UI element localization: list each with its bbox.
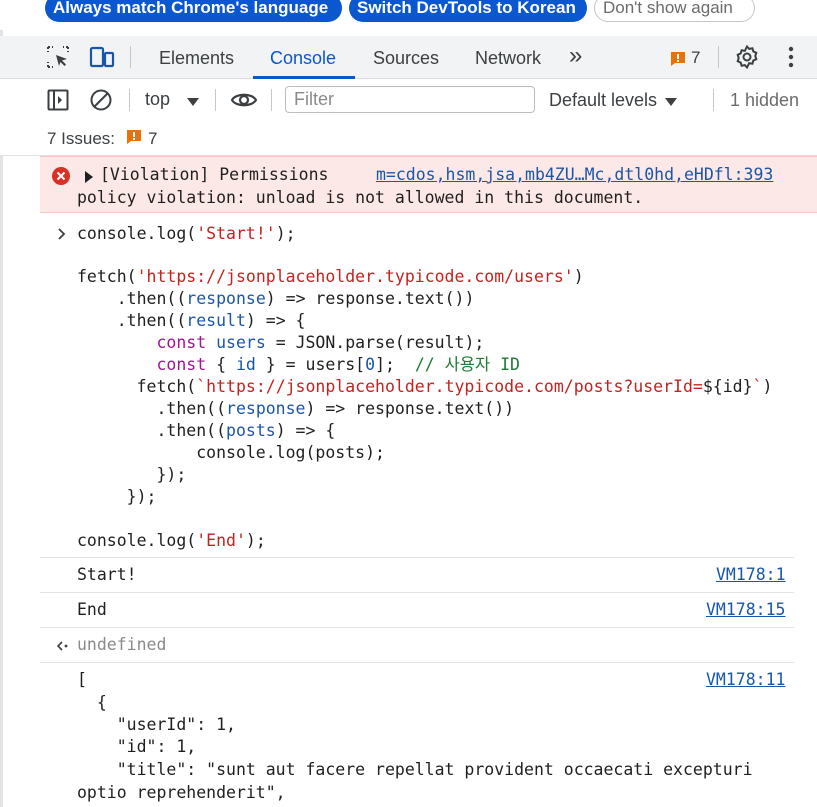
json-line: "id": 1, <box>77 737 197 756</box>
tab-elements[interactable]: Elements <box>159 36 234 78</box>
toolbar-divider <box>215 89 216 111</box>
row-divider <box>40 592 794 593</box>
tab-console[interactable]: Console <box>270 36 336 78</box>
switch-language-button[interactable]: Switch DevTools to Korean <box>349 0 587 22</box>
json-line: "title": "sunt aut facere repellat provi… <box>77 760 753 779</box>
match-language-button[interactable]: Always match Chrome's language <box>45 0 342 22</box>
sidebar-toggle-icon[interactable] <box>46 88 70 112</box>
json-line: optio reprehenderit", <box>77 783 286 802</box>
devtools-tabbar: Elements Console Sources Network » 7 <box>0 36 817 79</box>
issues-count-badge[interactable]: 7 <box>691 36 700 78</box>
source-link-json[interactable]: VM178:11 <box>706 669 785 691</box>
dropdown-arrow-icon[interactable] <box>186 94 200 112</box>
row-divider <box>40 557 794 558</box>
language-infobar: Always match Chrome's language Switch De… <box>0 0 817 30</box>
console-toolbar: top Default levels 1 hidden <box>0 79 817 123</box>
source-link-start[interactable]: VM178:1 <box>716 564 786 586</box>
json-line: "userId": 1, <box>77 715 236 734</box>
issues-count: 7 <box>148 129 158 148</box>
tab-divider <box>718 46 719 68</box>
inspect-icon[interactable] <box>46 45 70 69</box>
dont-show-again-button[interactable]: Don't show again <box>594 0 755 22</box>
row-divider <box>40 662 794 663</box>
json-line: [ <box>77 670 87 689</box>
violation-source-link[interactable]: m=cdos,hsm,jsa,mb4ZU…Mc,dtl0hd,eHDfl:393 <box>376 164 773 186</box>
eye-icon[interactable] <box>230 88 258 112</box>
source-link-end[interactable]: VM178:15 <box>706 599 785 621</box>
log-output-start: Start! <box>77 565 137 584</box>
log-levels-dropdown[interactable]: Default levels <box>549 90 657 111</box>
more-vert-icon[interactable] <box>785 45 797 69</box>
device-toolbar-icon[interactable] <box>89 45 115 69</box>
more-tabs-button[interactable]: » <box>569 36 582 78</box>
issues-label: 7 Issues: <box>47 129 116 148</box>
hidden-count: 1 hidden <box>730 90 800 110</box>
issue-flag-icon[interactable] <box>670 51 686 67</box>
return-value: undefined <box>77 635 167 654</box>
violation-text: [Violation] Permissions <box>100 165 329 184</box>
dropdown-arrow-icon[interactable] <box>664 94 678 112</box>
return-arrow-icon <box>56 639 70 657</box>
violation-text-continued: policy violation: unload is not allowed … <box>77 188 644 207</box>
toolbar-divider <box>713 89 714 111</box>
prompt-chevron-icon <box>57 227 67 246</box>
console-messages: [Violation] Permissions m=cdos,hsm,jsa,m… <box>0 156 817 807</box>
tab-divider <box>130 46 131 68</box>
context-selector[interactable]: top <box>145 89 170 110</box>
issues-bar[interactable]: 7 Issues: 7 <box>0 122 817 156</box>
expand-triangle-icon[interactable] <box>84 170 94 188</box>
filter-input[interactable] <box>285 86 535 113</box>
log-output-end: End <box>77 600 107 619</box>
json-line: { <box>77 693 107 712</box>
toolbar-divider <box>129 89 130 111</box>
error-circle-icon <box>52 167 70 185</box>
clear-console-icon[interactable] <box>89 88 113 112</box>
tab-network[interactable]: Network <box>475 36 541 78</box>
settings-gear-icon[interactable] <box>735 44 759 70</box>
issue-flag-icon <box>126 129 142 145</box>
tab-sources[interactable]: Sources <box>373 36 439 78</box>
row-divider <box>40 627 794 628</box>
violation-message: [Violation] Permissions m=cdos,hsm,jsa,m… <box>40 156 817 213</box>
toolbar-divider <box>271 89 272 111</box>
